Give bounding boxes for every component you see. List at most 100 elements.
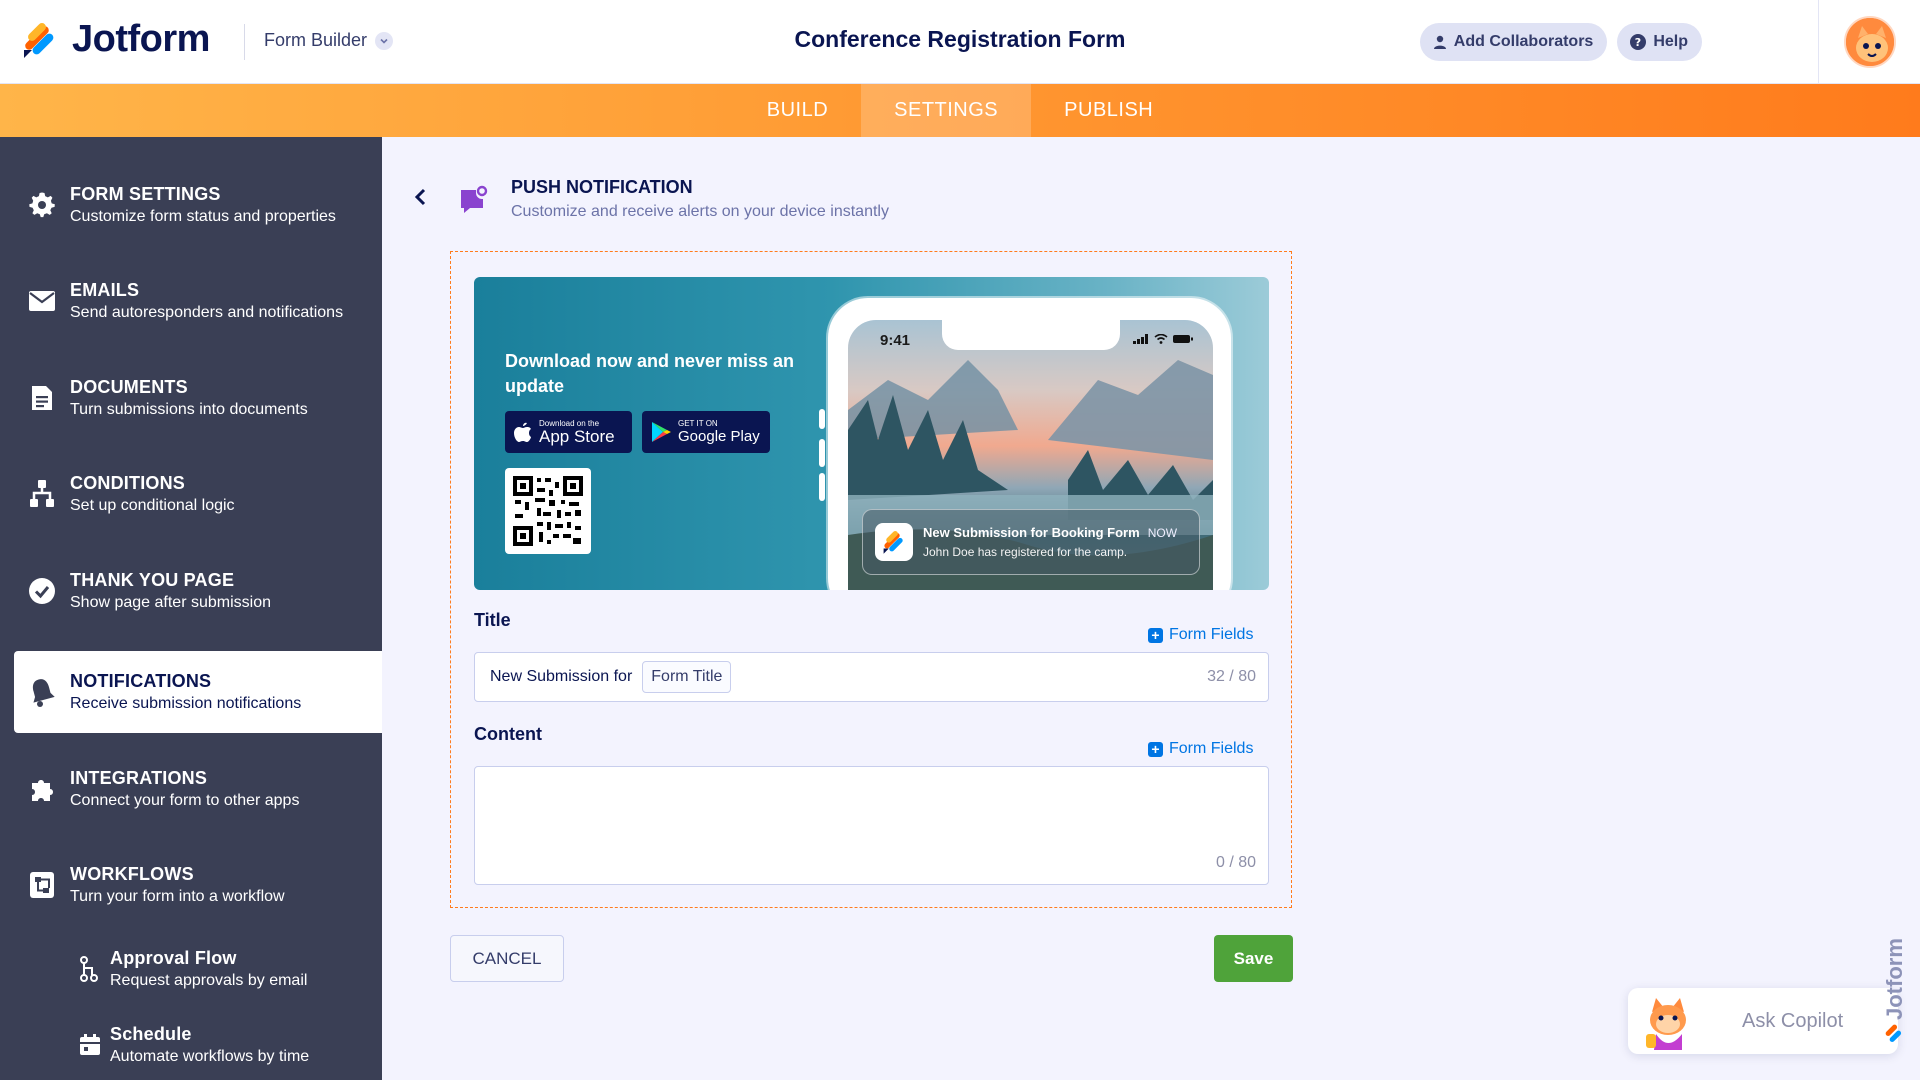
add-collaborators-button[interactable]: Add Collaborators	[1419, 23, 1608, 61]
form-builder-dropdown[interactable]: Form Builder	[264, 30, 394, 51]
phone-screen: 9:41 New Submission for Booking Form NOW …	[848, 320, 1213, 590]
notification-time: NOW	[1147, 526, 1178, 540]
phone-side-button	[819, 473, 825, 501]
settings-sidebar: FORM SETTINGS Customize form status and …	[0, 137, 382, 1080]
qr-code-icon	[513, 476, 583, 546]
notification-title: New Submission for Booking Form	[923, 525, 1140, 540]
google-play-small-text: GET IT ON	[678, 418, 718, 428]
phone-side-button	[819, 439, 825, 467]
form-title-tag[interactable]: Form Title	[642, 661, 732, 693]
bell-icon	[32, 679, 55, 707]
main-tab-bar: BUILD SETTINGS PUBLISH	[0, 84, 1920, 137]
content-form-fields-button[interactable]: + Form Fields	[1148, 740, 1253, 758]
envelope-icon	[29, 291, 55, 311]
signal-icon	[1133, 334, 1148, 344]
sidebar-item-title: EMAILS	[70, 280, 140, 300]
content-char-counter: 0 / 80	[1215, 854, 1256, 871]
help-icon: ?	[1630, 34, 1647, 50]
tab-publish-label: PUBLISH	[1064, 99, 1154, 121]
push-notification-icon	[461, 185, 488, 213]
wifi-icon	[1154, 334, 1168, 344]
copilot-mascot-icon	[1646, 998, 1686, 1050]
calendar-icon	[80, 1034, 100, 1055]
sidebar-item-desc: Customize form status and properties	[70, 208, 336, 225]
google-play-icon	[652, 422, 671, 442]
apple-icon	[514, 422, 531, 442]
app-store-button[interactable]: Download on the App Store	[505, 411, 632, 453]
notification-body: John Doe has registered for the camp.	[923, 545, 1128, 559]
content-textarea[interactable]: 0 / 80	[474, 766, 1269, 885]
sidebar-item-title: NOTIFICATIONS	[70, 671, 212, 691]
sidebar-item-title: INTEGRATIONS	[70, 768, 208, 788]
app-store-label: App Store	[539, 426, 615, 446]
user-icon	[1433, 35, 1446, 49]
title-label: Title	[474, 610, 511, 630]
workflow-icon	[30, 872, 54, 898]
conditions-icon	[30, 480, 54, 507]
check-circle-icon	[29, 578, 55, 604]
google-play-button[interactable]: GET IT ON Google Play	[642, 411, 770, 453]
title-form-fields-button[interactable]: + Form Fields	[1148, 626, 1253, 644]
sidebar-item-desc: Receive submission notifications	[70, 695, 302, 712]
form-fields-label: Form Fields	[1169, 626, 1254, 643]
sidebar-item-title: DOCUMENTS	[70, 377, 188, 397]
avatar[interactable]	[1843, 16, 1896, 68]
sidebar-item-integrations[interactable]: INTEGRATIONS Connect your form to other …	[14, 748, 382, 830]
jotform-logo[interactable]: Jotform	[20, 18, 210, 61]
sidebar-subitem-desc: Automate workflows by time	[110, 1048, 310, 1065]
tab-build[interactable]: BUILD	[734, 84, 861, 137]
sidebar-item-form-settings[interactable]: FORM SETTINGS Customize form status and …	[14, 164, 382, 246]
ask-copilot-label: Ask Copilot	[1742, 1009, 1844, 1032]
help-label: Help	[1653, 33, 1688, 50]
sidebar-item-title: THANK YOU PAGE	[70, 570, 235, 590]
content-label: Content	[474, 724, 542, 744]
back-button[interactable]	[408, 185, 432, 209]
cancel-button[interactable]: CANCEL	[450, 935, 564, 982]
sidebar-item-workflows[interactable]: WORKFLOWS Turn your form into a workflow	[14, 844, 382, 926]
sidebar-subitem-title: Approval Flow	[110, 948, 237, 968]
title-char-counter: 32 / 80	[1207, 668, 1256, 685]
phone-notch	[942, 320, 1120, 350]
plus-icon: +	[1148, 741, 1163, 757]
form-fields-label: Form Fields	[1169, 740, 1254, 757]
svg-text:?: ?	[1635, 36, 1641, 49]
sidebar-item-desc: Turn submissions into documents	[70, 401, 308, 418]
approval-flow-icon	[80, 956, 98, 982]
sidebar-item-conditions[interactable]: CONDITIONS Set up conditional logic	[14, 453, 382, 535]
sidebar-subitem-desc: Request approvals by email	[110, 972, 308, 989]
tab-build-label: BUILD	[766, 99, 829, 121]
sidebar-item-title: FORM SETTINGS	[70, 184, 221, 204]
sidebar-item-desc: Connect your form to other apps	[70, 792, 300, 809]
plus-icon: +	[1148, 627, 1163, 643]
ask-copilot-button[interactable]: Ask Copilot	[1628, 988, 1898, 1054]
brand-name: Jotform	[72, 18, 210, 60]
sidebar-subitem-title: Schedule	[110, 1024, 192, 1044]
help-button[interactable]: ? Help	[1617, 23, 1702, 61]
sidebar-item-documents[interactable]: DOCUMENTS Turn submissions into document…	[14, 357, 382, 439]
phone-status-icons	[1133, 334, 1193, 344]
sidebar-subitem-schedule[interactable]: Schedule Automate workflows by time	[70, 1015, 382, 1075]
sample-notification: New Submission for Booking Form NOW John …	[862, 509, 1200, 575]
phone-time: 9:41	[880, 332, 911, 349]
chevron-left-icon	[414, 188, 426, 206]
sidebar-item-emails[interactable]: EMAILS Send autoresponders and notificat…	[14, 260, 382, 342]
header-divider	[244, 24, 245, 60]
add-collaborators-label: Add Collaborators	[1453, 33, 1594, 50]
cat-avatar-icon	[1845, 18, 1894, 66]
save-button[interactable]: Save	[1214, 935, 1293, 982]
tab-publish[interactable]: PUBLISH	[1031, 84, 1186, 137]
top-header: Jotform Form Builder Conference Registra…	[0, 0, 1920, 84]
sidebar-subitem-approval-flow[interactable]: Approval Flow Request approvals by email	[70, 939, 382, 999]
form-title[interactable]: Conference Registration Form	[795, 26, 1126, 52]
page-title: PUSH NOTIFICATION	[511, 177, 693, 197]
chevron-down-icon	[375, 31, 394, 50]
app-download-banner: Download now and never miss an update Do…	[474, 277, 1269, 590]
sidebar-item-thank-you-page[interactable]: THANK YOU PAGE Show page after submissio…	[14, 550, 382, 632]
gear-icon	[29, 192, 55, 218]
form-builder-label: Form Builder	[264, 30, 368, 50]
title-input[interactable]: New Submission for Form Title 32 / 80	[474, 652, 1269, 702]
tab-settings[interactable]: SETTINGS	[861, 84, 1032, 137]
jotform-logo-icon	[24, 22, 54, 58]
phone-side-button	[819, 409, 825, 429]
sidebar-item-notifications[interactable]: NOTIFICATIONS Receive submission notific…	[14, 651, 382, 733]
